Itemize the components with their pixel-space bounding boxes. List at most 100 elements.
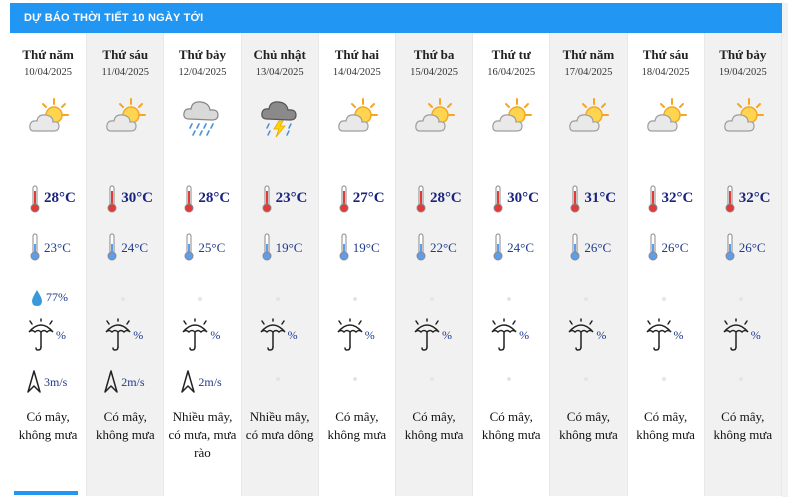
weather-description: Nhiều mây, có mưa, mưa rào <box>166 408 238 462</box>
max-temp: 28°C <box>429 190 462 206</box>
min-temp: 24°C <box>121 240 149 255</box>
thermometer-high-icon <box>493 185 503 213</box>
rain-chance-row: % <box>164 318 240 354</box>
scrollbar-track[interactable] <box>782 3 788 497</box>
max-temp-row: 28°C <box>396 185 472 215</box>
thermometer-low-icon <box>339 233 349 261</box>
max-temp: 28°C <box>44 190 76 206</box>
wind-row <box>628 367 704 399</box>
empty-dot-icon <box>352 377 357 381</box>
wind-row <box>396 367 472 399</box>
max-temp-row: 32°C <box>628 185 704 215</box>
forecast-day-5[interactable]: Thứ hai 14/04/2025 27°C 19°C% Có mây, không m… <box>319 33 396 496</box>
day-name: Thứ ba <box>413 47 455 62</box>
day-date: 13/04/2025 <box>255 67 304 78</box>
day-name: Thứ tư <box>491 47 531 62</box>
weather-description: Có mây, không mưa <box>630 408 702 444</box>
rain-chance-row: % <box>396 318 472 354</box>
day-date: 17/04/2025 <box>564 67 613 78</box>
day-name: Thứ năm <box>562 47 615 62</box>
weather-description: Có mây, không mưa <box>89 408 161 444</box>
empty-dot-icon <box>429 377 434 381</box>
day-date: 12/04/2025 <box>178 67 227 78</box>
min-temp-row: 26°C <box>628 233 704 263</box>
forecast-day-4[interactable]: Chủ nhật 13/04/2025 23°C 19°C% Nhiều mây, có … <box>241 33 319 496</box>
max-temp: 31°C <box>584 190 617 206</box>
max-temp: 32°C <box>661 190 694 206</box>
empty-dot-icon <box>584 297 589 301</box>
humidity-row <box>319 287 395 311</box>
rain-chance-row: % <box>628 318 704 354</box>
thermometer-low-icon <box>262 233 272 261</box>
empty-dot-icon <box>275 377 280 381</box>
thermometer-low-icon <box>648 233 658 261</box>
min-temp-row: 25°C <box>164 233 240 263</box>
description-line: không mưa <box>636 427 695 442</box>
partly-cloudy-icon <box>26 95 70 139</box>
min-temp: 22°C <box>429 240 457 255</box>
weather-description: Có mây, không mưa <box>707 408 779 444</box>
rain-chance: % <box>750 328 761 342</box>
description-line: Có mây, <box>335 409 379 424</box>
description-line: không mưa <box>713 427 773 442</box>
wind-arrow-icon <box>26 369 42 395</box>
wind-row <box>705 367 781 399</box>
day-name: Thứ sáu <box>642 47 689 62</box>
description-line: Có mây, <box>566 409 611 424</box>
day-name: Thứ bảy <box>178 47 227 62</box>
description-line: không mưa <box>559 427 618 442</box>
partly-cloudy-icon <box>644 95 688 139</box>
forecast-day-3[interactable]: Thứ bảy 12/04/2025 28°C 25°C% 2m/s Nhiều mây,… <box>164 33 242 496</box>
forecast-day-7[interactable]: Thứ tư 16/04/2025 30°C 24°C% Có mây, không mư… <box>473 33 551 496</box>
weather-description: Có mây, không mưa <box>12 408 84 444</box>
max-temp-row: 30°C <box>473 185 549 215</box>
rain-chance-row: % <box>705 318 781 354</box>
forecast-day-2[interactable]: Thứ sáu 11/04/2025 30°C 24°C% 2m/s Có mây, khô… <box>87 33 165 496</box>
max-temp: 23°C <box>275 190 308 206</box>
description-line: Có mây, <box>489 409 533 424</box>
day-name: Thứ hai <box>334 47 379 62</box>
weather-description: Có mây, không mưa <box>398 408 470 444</box>
thermometer-low-icon <box>107 233 117 261</box>
partly-cloudy-icon <box>103 95 147 139</box>
umbrella-icon <box>489 318 519 352</box>
description-line: có mưa dông <box>245 427 314 442</box>
weather-description: Có mây, không mưa <box>475 408 547 444</box>
empty-dot-icon <box>738 297 743 301</box>
description-line: không mưa <box>327 427 387 442</box>
humidity-row <box>705 287 781 311</box>
min-temp: 25°C <box>198 240 226 255</box>
wind-arrow-icon <box>180 369 196 395</box>
empty-dot-icon <box>198 297 203 301</box>
rain-chance: % <box>596 328 607 342</box>
rain-chance-row: % <box>319 318 395 354</box>
day-name: Chủ nhật <box>253 47 306 62</box>
empty-dot-icon <box>507 297 512 301</box>
forecast-day-8[interactable]: Thứ năm 17/04/2025 31°C 26°C% Có mây, không m… <box>550 33 628 496</box>
max-temp: 30°C <box>507 190 539 206</box>
min-temp: 26°C <box>738 240 766 255</box>
max-temp: 30°C <box>121 190 154 206</box>
max-temp-row: 30°C <box>87 185 163 215</box>
forecast-day-6[interactable]: Thứ ba 15/04/2025 28°C 22°C% Có mây, không mư… <box>395 33 474 496</box>
min-temp-row: 23°C <box>10 233 86 263</box>
max-temp-row: 23°C <box>242 185 318 215</box>
day-date: 14/04/2025 <box>332 67 381 78</box>
rain-chance: % <box>441 328 452 342</box>
thermometer-low-icon <box>416 233 426 261</box>
rain-chance-row: % <box>87 318 163 354</box>
forecast-day-10[interactable]: Thứ bảy 19/04/2025 32°C 26°C% Có mây, không m… <box>704 33 782 496</box>
forecast-day-1[interactable]: Thứ năm 10/04/2025 28°C 23°C 77%% 3m/s Có mây,… <box>10 33 88 496</box>
wind-row <box>473 367 549 399</box>
thunderstorm-icon <box>258 95 302 139</box>
forecast-day-9[interactable]: Thứ sáu 18/04/2025 32°C 26°C% Có mây, không m… <box>628 33 705 496</box>
wind-row <box>319 367 395 399</box>
empty-dot-icon <box>352 297 357 301</box>
weather-description: Có mây, không mưa <box>321 408 393 444</box>
empty-dot-icon <box>661 377 666 381</box>
rain-chance-row: % <box>242 318 318 354</box>
description-line: rào <box>194 445 211 460</box>
rain-chance-row: % <box>10 318 86 354</box>
weather-description: Có mây, không mưa <box>552 408 624 444</box>
description-line: Có mây, <box>103 409 147 424</box>
